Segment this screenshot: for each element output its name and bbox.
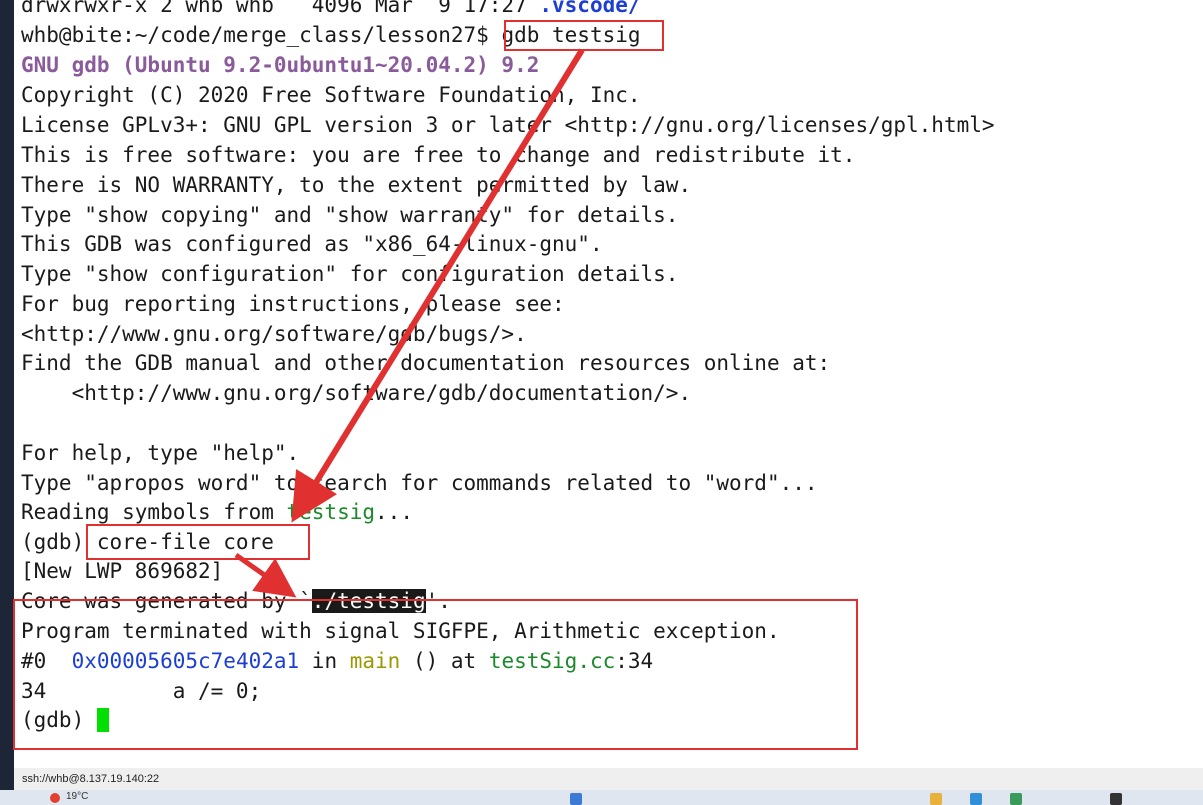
terminal-line: Copyright (C) 2020 Free Software Foundat…	[21, 83, 641, 107]
terminal-app-icon[interactable]	[1110, 793, 1122, 805]
weather-temp: 19°C	[66, 791, 89, 802]
terminal-line: License GPLv3+: GNU GPL version 3 or lat…	[21, 113, 995, 137]
browser-icon[interactable]	[970, 793, 982, 805]
annotation-box-crash-output	[13, 599, 858, 750]
terminal-line: <http://www.gnu.org/software/gdb/bugs/>.	[21, 322, 527, 346]
terminal-line: For bug reporting instructions, please s…	[21, 292, 565, 316]
status-bar: ssh://whb@8.137.19.140:22	[14, 768, 1203, 790]
terminal-line: drwxrwxr-x 2 whb whb 4096 Mar 9 17:27 .v…	[21, 0, 641, 17]
terminal-line: For help, type "help".	[21, 441, 300, 465]
terminal-line: Type "show copying" and "show warranty" …	[21, 203, 679, 227]
folder-icon[interactable]	[930, 793, 942, 805]
terminal-line: <http://www.gnu.org/software/gdb/documen…	[21, 381, 692, 405]
terminal-line: Type "show configuration" for configurat…	[21, 262, 679, 286]
terminal-line: [New LWP 869682]	[21, 559, 224, 583]
app-icon[interactable]	[1010, 793, 1022, 805]
terminal-line: Type "apropos word" to search for comman…	[21, 471, 818, 495]
window-edge	[0, 0, 14, 790]
weather-icon[interactable]	[50, 793, 60, 803]
annotation-box-core-file	[86, 524, 310, 560]
start-icon[interactable]	[570, 793, 582, 805]
annotation-box-gdb-command	[504, 20, 664, 51]
terminal-line: This is free software: you are free to c…	[21, 143, 856, 167]
taskbar	[0, 790, 1203, 805]
terminal-line: GNU gdb (Ubuntu 9.2-0ubuntu1~20.04.2) 9.…	[21, 53, 540, 77]
terminal-line: This GDB was configured as "x86_64-linux…	[21, 232, 603, 256]
terminal-line: Reading symbols from testsig...	[21, 500, 413, 524]
terminal-line: There is NO WARRANTY, to the extent perm…	[21, 173, 692, 197]
terminal-line: Find the GDB manual and other documentat…	[21, 351, 831, 375]
